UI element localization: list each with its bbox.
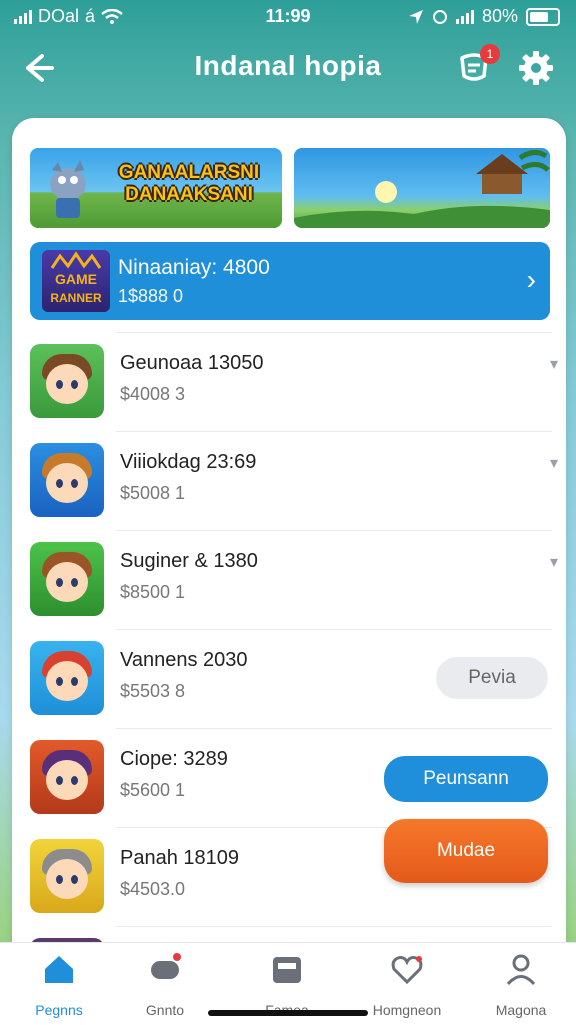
store-icon bbox=[273, 957, 301, 983]
list-item[interactable]: Panah 18109 $4503.0 Mudae bbox=[12, 819, 566, 925]
nav-label: Gnnto bbox=[145, 1002, 185, 1018]
status-bar: DOal á 11:99 80% bbox=[0, 0, 576, 34]
game-thumbnail bbox=[30, 443, 104, 517]
list-item[interactable]: Vannens 2030 $5503 8 Pevia bbox=[12, 629, 566, 727]
game-name: Suginer & 1380 bbox=[120, 550, 258, 572]
nav-label: Homgneon bbox=[372, 1002, 442, 1018]
nav-item-wishlist[interactable]: Homgneon bbox=[352, 951, 462, 1018]
game-thumbnail bbox=[30, 641, 104, 715]
game-name: Viiiokdag 23:69 bbox=[120, 451, 257, 473]
landscape-image bbox=[294, 150, 550, 228]
game-name: Ciope: 3289 bbox=[120, 748, 228, 770]
cell-signal-icon bbox=[455, 9, 474, 24]
status-right: 80% bbox=[408, 6, 560, 27]
chevron-down-icon[interactable]: ▾ bbox=[550, 354, 558, 374]
battery-icon bbox=[526, 7, 560, 26]
game-price: $5503 8 bbox=[120, 681, 186, 701]
game-price: $8500 1 bbox=[120, 582, 186, 602]
notification-button[interactable]: 1 bbox=[454, 44, 500, 88]
app-header: Indanal hopia 1 bbox=[0, 34, 576, 104]
divider bbox=[116, 332, 552, 333]
notification-badge: 1 bbox=[480, 44, 500, 64]
promo-banner-text: GANAALARSNI DANAAKSANI bbox=[118, 162, 260, 205]
game-controller-icon bbox=[151, 953, 181, 979]
list-item[interactable]: Suginer & 1380 $8500 1 ▾ bbox=[12, 530, 566, 628]
featured-game[interactable]: GAME RANNER Ninaaniay: 4800 1$888 0 › bbox=[30, 242, 550, 320]
home-icon bbox=[45, 956, 73, 983]
game-name: Vannens 2030 bbox=[120, 649, 248, 671]
nav-label: Magona bbox=[495, 1002, 547, 1018]
nav-label: Pegnns bbox=[35, 1002, 83, 1018]
alarm-icon bbox=[432, 9, 447, 24]
nav-item-profile[interactable]: Magona bbox=[466, 951, 576, 1018]
heart-icon bbox=[391, 956, 423, 985]
svg-text:GAME: GAME bbox=[55, 271, 97, 287]
svg-text:RANNER: RANNER bbox=[50, 291, 102, 305]
download-button[interactable]: Peunsann bbox=[384, 756, 548, 802]
game-thumbnail bbox=[30, 542, 104, 616]
featured-game-subtitle: 1$888 0 bbox=[118, 286, 184, 306]
nav-item-home[interactable]: Pegnns bbox=[4, 951, 114, 1018]
games-card: GANAALARSNI DANAAKSANI GAME RANNER Ninaa… bbox=[12, 118, 566, 968]
featured-game-thumbnail: GAME RANNER bbox=[42, 250, 110, 312]
nav-item-games[interactable]: Gnnto bbox=[110, 951, 220, 1018]
divider bbox=[116, 431, 552, 432]
profile-icon bbox=[506, 954, 536, 986]
chevron-down-icon[interactable]: ▾ bbox=[550, 552, 558, 572]
game-price: $5008 1 bbox=[120, 483, 186, 503]
promo-banner-right[interactable] bbox=[294, 148, 550, 228]
game-thumbnail bbox=[30, 740, 104, 814]
gear-icon[interactable] bbox=[516, 48, 556, 88]
divider bbox=[116, 530, 552, 531]
divider bbox=[116, 629, 552, 630]
game-name: Panah 18109 bbox=[120, 847, 240, 869]
game-price: $4008 3 bbox=[120, 384, 186, 404]
list-item[interactable]: Ciope: 3289 $5600 1 Peunsann bbox=[12, 728, 566, 826]
chevron-down-icon[interactable]: ▾ bbox=[550, 453, 558, 473]
preview-button[interactable]: Pevia bbox=[436, 657, 548, 699]
battery-percent: 80% bbox=[481, 6, 518, 26]
home-indicator[interactable] bbox=[208, 1010, 368, 1016]
chevron-right-icon: › bbox=[526, 264, 536, 295]
divider bbox=[116, 926, 552, 927]
promo-banner-left[interactable]: GANAALARSNI DANAAKSANI bbox=[30, 148, 282, 228]
featured-game-title: Ninaaniay: 4800 bbox=[118, 256, 270, 279]
install-button[interactable]: Mudae bbox=[384, 819, 548, 883]
game-price: $4503.0 bbox=[120, 879, 186, 899]
list-item[interactable]: Viiiokdag 23:69 $5008 1 ▾ bbox=[12, 431, 566, 529]
divider bbox=[116, 728, 552, 729]
game-price: $5600 1 bbox=[120, 780, 186, 800]
game-thumbnail bbox=[30, 839, 104, 913]
game-thumbnail bbox=[30, 344, 104, 418]
location-icon bbox=[408, 9, 423, 24]
game-name: Geunoaa 13050 bbox=[120, 352, 264, 374]
list-item[interactable]: Geunoaa 13050 $4008 3 ▾ bbox=[12, 332, 566, 430]
mascot-image bbox=[50, 160, 86, 218]
nav-item-store[interactable]: Famea bbox=[232, 951, 342, 1018]
